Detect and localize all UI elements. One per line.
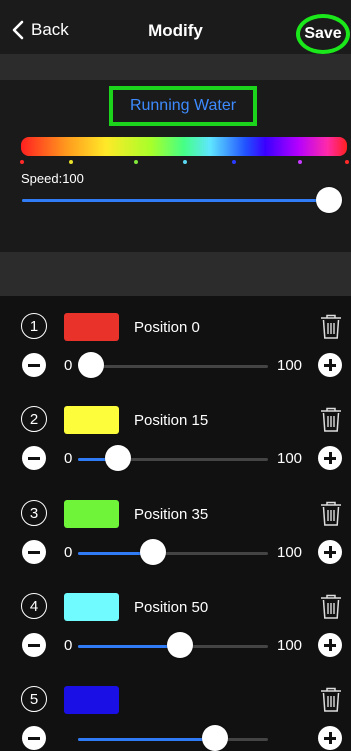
color-swatch[interactable]: [64, 313, 119, 341]
increase-position-button[interactable]: [318, 633, 342, 657]
decrease-position-button[interactable]: [22, 726, 46, 750]
trash-icon[interactable]: [319, 406, 343, 434]
decrease-position-button[interactable]: [22, 446, 46, 470]
trash-icon[interactable]: [319, 593, 343, 621]
color-spectrum-preview: [21, 137, 347, 156]
increase-position-button[interactable]: [318, 540, 342, 564]
position-label: Position 0: [134, 319, 200, 336]
spectrum-marker-dot: [134, 160, 138, 164]
color-swatch[interactable]: [64, 593, 119, 621]
increase-position-button[interactable]: [318, 446, 342, 470]
decrease-position-button[interactable]: [22, 353, 46, 377]
color-index-badge: 3: [21, 500, 47, 526]
slider-max-label: 100: [277, 450, 303, 467]
color-index-number: 2: [29, 410, 39, 428]
position-slider-fill: [78, 552, 145, 555]
spectrum-marker-dot: [20, 160, 24, 164]
color-index-number: 1: [29, 317, 39, 335]
navigation-bar: Back Modify Save: [0, 0, 351, 54]
color-swatch[interactable]: [64, 406, 119, 434]
position-slider-fill: [78, 645, 173, 648]
color-swatch[interactable]: [64, 500, 119, 528]
slider-min-label: 0: [64, 544, 73, 561]
spectrum-marker-dot: [183, 160, 187, 164]
position-label: Position 35: [134, 506, 209, 523]
position-slider-thumb[interactable]: [166, 632, 193, 658]
trash-icon[interactable]: [319, 686, 343, 714]
position-slider-fill: [78, 738, 211, 741]
position-label: Position 50: [134, 599, 209, 616]
position-label: Position 15: [134, 412, 209, 429]
trash-icon[interactable]: [319, 500, 343, 528]
position-slider-thumb[interactable]: [139, 539, 166, 565]
color-index-badge: 4: [21, 593, 47, 619]
mode-name-label: Running Water: [129, 97, 237, 114]
spectrum-marker-dot: [345, 160, 349, 164]
position-slider-thumb[interactable]: [201, 725, 228, 751]
color-index-number: 5: [29, 690, 39, 708]
color-index-number: 3: [29, 504, 39, 522]
decrease-position-button[interactable]: [22, 540, 46, 564]
position-slider-thumb[interactable]: [104, 445, 131, 471]
section-divider: [0, 54, 351, 80]
position-slider-track[interactable]: [78, 365, 268, 368]
slider-min-label: 0: [64, 450, 73, 467]
save-button[interactable]: Save: [296, 14, 350, 54]
spectrum-marker-dot: [298, 160, 302, 164]
increase-position-button[interactable]: [318, 726, 342, 750]
increase-position-button[interactable]: [318, 353, 342, 377]
spectrum-marker-dot: [69, 160, 73, 164]
color-index-badge: 1: [21, 313, 47, 339]
color-index-number: 4: [29, 597, 39, 615]
color-position-list: [0, 296, 351, 690]
color-index-badge: 2: [21, 406, 47, 432]
slider-min-label: 0: [64, 357, 73, 374]
speed-label: Speed:100: [21, 171, 84, 186]
spectrum-marker-dot: [232, 160, 236, 164]
slider-min-label: 0: [64, 637, 73, 654]
section-divider: [0, 252, 351, 296]
slider-max-label: 100: [277, 357, 303, 374]
decrease-position-button[interactable]: [22, 633, 46, 657]
position-slider-fill: [78, 458, 107, 461]
slider-max-label: 100: [277, 637, 303, 654]
color-swatch[interactable]: [64, 686, 119, 714]
speed-slider-fill: [22, 199, 326, 202]
position-slider-thumb[interactable]: [78, 352, 104, 378]
trash-icon[interactable]: [319, 313, 343, 341]
mode-name-button[interactable]: Running Water: [109, 86, 257, 126]
slider-max-label: 100: [277, 544, 303, 561]
speed-slider-thumb[interactable]: [316, 187, 342, 213]
save-label: Save: [304, 25, 342, 42]
